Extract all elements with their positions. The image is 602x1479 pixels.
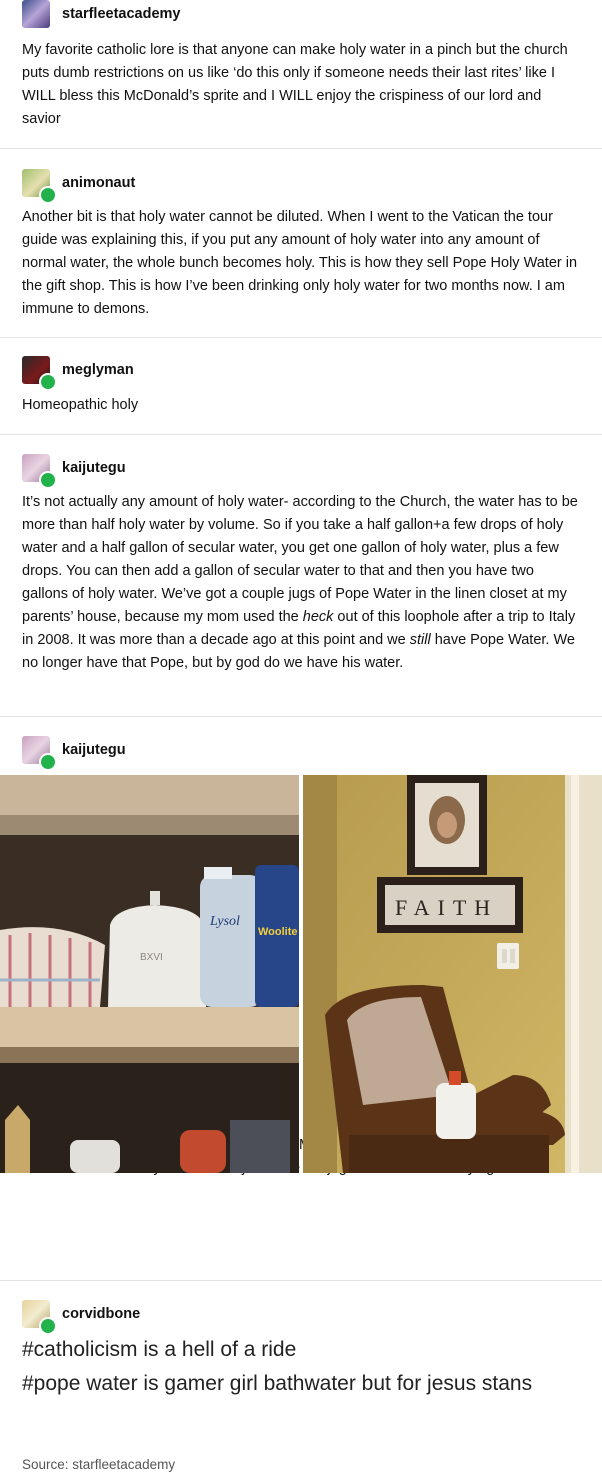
- username[interactable]: meglyman: [62, 362, 134, 378]
- post-header: kaijutegu: [22, 454, 126, 489]
- post-meglyman: meglyman Homeopathic holy: [0, 338, 602, 435]
- post-text: Another bit is that holy water cannot be…: [22, 209, 578, 317]
- linen-closet-illustration: BXVI Lysol Woolite OX: [0, 775, 299, 1173]
- post-animonaut: animonaut Another bit is that holy water…: [0, 149, 602, 338]
- emphasis-still: still: [409, 632, 431, 648]
- meglyman-avatar-icon[interactable]: [22, 356, 57, 391]
- animonaut-avatar-icon[interactable]: [22, 169, 57, 204]
- post-text: Homeopathic holy: [22, 397, 139, 413]
- online-badge-icon: [39, 753, 57, 771]
- source-link[interactable]: Source: starfleetacademy: [22, 1457, 175, 1472]
- post-starfleetacademy: starfleetacademy My favorite catholic lo…: [0, 0, 602, 149]
- corvidbone-avatar-icon[interactable]: [22, 1300, 57, 1335]
- username[interactable]: kaijutegu: [62, 742, 126, 758]
- emphasis-heck: heck: [302, 609, 334, 625]
- hallway-illustration: FAITH: [303, 775, 602, 1173]
- tag[interactable]: #catholicism is a hell of a ride: [22, 1333, 582, 1367]
- post-kaijutegu-text: kaijutegu It’s not actually any amount o…: [0, 435, 602, 717]
- username[interactable]: kaijutegu: [62, 460, 126, 476]
- post-header: kaijutegu: [22, 736, 126, 771]
- spray-label: Lysol: [209, 914, 240, 929]
- faith-frame-letters: FAITH: [395, 895, 498, 920]
- text-run: It’s not actually any amount of holy wat…: [22, 494, 578, 625]
- kaijutegu-avatar-icon[interactable]: [22, 454, 57, 489]
- online-badge-icon: [39, 471, 57, 489]
- online-badge-icon: [39, 373, 57, 391]
- linen-closet-photo[interactable]: BXVI Lysol Woolite OX: [0, 775, 299, 1173]
- username[interactable]: animonaut: [62, 175, 135, 191]
- username[interactable]: corvidbone: [62, 1306, 140, 1322]
- starfleet-avatar-icon[interactable]: [22, 0, 50, 28]
- post-header: meglyman: [22, 356, 134, 391]
- tag-list: #catholicism is a hell of a ride #pope w…: [22, 1333, 582, 1401]
- kaijutegu-avatar-icon[interactable]: [22, 736, 57, 771]
- online-badge-icon: [39, 186, 57, 204]
- post-text: It’s not actually any amount of holy wat…: [22, 491, 582, 675]
- post-header: corvidbone: [22, 1300, 140, 1335]
- photo-set: BXVI Lysol Woolite OX: [0, 775, 602, 1173]
- hallway-chair-photo[interactable]: FAITH: [303, 775, 602, 1173]
- post-text: My favorite catholic lore is that anyone…: [22, 42, 568, 127]
- post-header: starfleetacademy: [22, 0, 181, 28]
- jug-label: BXVI: [140, 952, 163, 963]
- tag[interactable]: #pope water is gamer girl bathwater but …: [22, 1367, 582, 1401]
- post-corvidbone: corvidbone #catholicism is a hell of a r…: [0, 1281, 602, 1479]
- detergent-label: Woolite OX: [258, 926, 299, 938]
- post-header: animonaut: [22, 169, 135, 204]
- username[interactable]: starfleetacademy: [62, 6, 181, 22]
